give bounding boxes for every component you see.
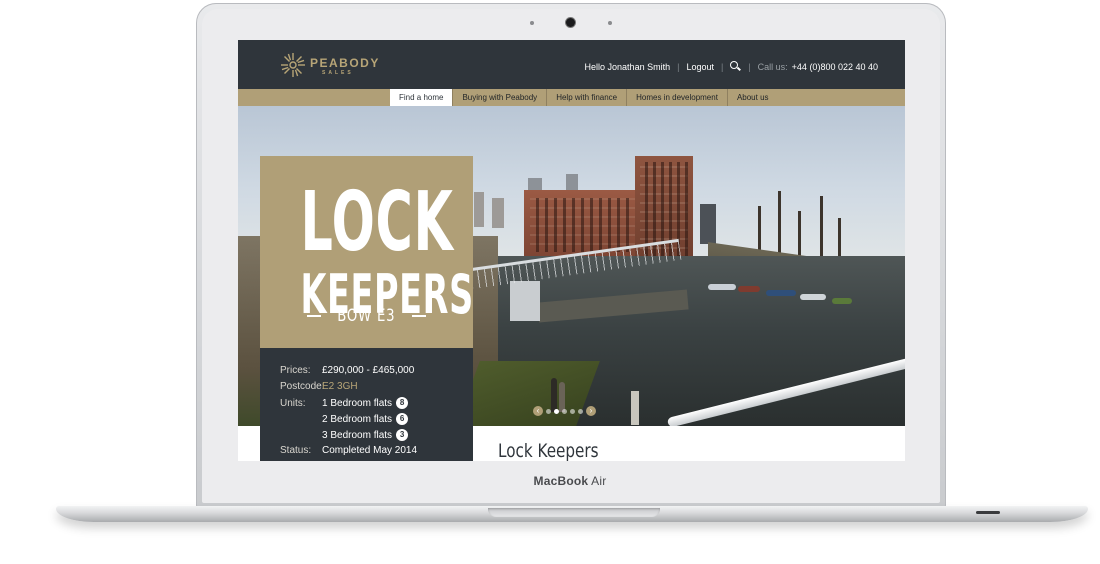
- sunburst-logo-icon: [281, 53, 305, 77]
- location-line: BOW E3: [260, 306, 473, 326]
- status-row: Status: Completed May 2014: [280, 445, 417, 456]
- units-row: 2 Bedroom flats 6: [280, 413, 409, 425]
- photo-signpost: [631, 391, 639, 425]
- status-value: Completed May 2014: [322, 445, 418, 456]
- utility-bar: Hello Jonathan Smith | Logout | | Call u…: [585, 61, 878, 72]
- unit-count-badge: 3: [396, 429, 409, 441]
- postcode-label: Postcode:: [280, 381, 325, 392]
- prices-value: £290,000 - £465,000: [322, 365, 415, 376]
- postcode-value: E2 3GH: [322, 381, 358, 392]
- prices-label: Prices:: [280, 365, 311, 376]
- carousel-prev-button[interactable]: ‹: [533, 406, 543, 416]
- browser-screen: PEABODY SALES Hello Jonathan Smith | Log…: [238, 40, 905, 461]
- unit-count-badge: 6: [396, 413, 409, 425]
- photo-grass: [456, 361, 600, 426]
- search-icon[interactable]: [730, 61, 741, 72]
- lid-notch: [488, 508, 660, 517]
- ambient-sensor: [530, 21, 534, 25]
- greeting: Hello Jonathan Smith: [584, 61, 671, 72]
- carousel-dot[interactable]: [546, 408, 551, 414]
- page-heading: Lock Keepers: [498, 440, 599, 461]
- carousel-controls: ‹ ›: [533, 406, 596, 416]
- photo-tower: [700, 204, 716, 244]
- nav-help-with-finance[interactable]: Help with finance: [546, 89, 626, 106]
- title-line-1: LOCK: [300, 175, 454, 270]
- unit-type: 2 Bedroom flats: [322, 413, 393, 425]
- camera-icon: [566, 18, 575, 27]
- photo-tower: [474, 192, 484, 227]
- nav-find-a-home[interactable]: Find a home: [390, 89, 453, 106]
- divider: |: [677, 61, 680, 72]
- units-row: 3 Bedroom flats 3: [280, 429, 409, 441]
- laptop-brand: MacBook Air: [533, 474, 607, 488]
- photo-boats: [708, 276, 858, 306]
- carousel-next-button[interactable]: ›: [586, 406, 596, 416]
- side-port: [976, 511, 1000, 514]
- carousel-dot[interactable]: [578, 408, 583, 414]
- unit-count-badge: 8: [396, 397, 409, 409]
- call-label: Call us:: [757, 61, 788, 72]
- unit-type: 3 Bedroom flats: [322, 429, 393, 441]
- divider: [411, 315, 426, 317]
- carousel-dot[interactable]: [562, 408, 567, 414]
- logout-link[interactable]: Logout: [686, 62, 714, 72]
- carousel-dot-active[interactable]: [554, 408, 559, 414]
- prices-row: Prices: £290,000 - £465,000: [280, 365, 414, 376]
- phone-number[interactable]: +44 (0)800 022 40 40: [792, 62, 878, 72]
- nav-buying-with-peabody[interactable]: Buying with Peabody: [452, 89, 546, 106]
- peabody-logo[interactable]: PEABODY SALES: [280, 52, 380, 80]
- divider: |: [748, 61, 751, 72]
- logo-name: PEABODY: [310, 56, 380, 70]
- main-nav: Find a home Buying with Peabody Help wit…: [238, 89, 905, 106]
- divider: |: [720, 61, 724, 72]
- postcode-row: Postcode: E2 3GH: [280, 381, 358, 392]
- divider: [307, 315, 322, 317]
- logo-subtitle: SALES: [322, 70, 354, 76]
- development-title-panel: LOCK KEEPERS BOW E3: [260, 156, 473, 348]
- development-details: Prices: £290,000 - £465,000 Postcode: E2…: [260, 348, 473, 461]
- carousel-dot[interactable]: [570, 408, 575, 414]
- units-row: Units: 1 Bedroom flats 8: [280, 397, 409, 409]
- photo-tower: [492, 198, 504, 228]
- unit-type: 1 Bedroom flats: [322, 397, 393, 409]
- nav-about-us[interactable]: About us: [726, 89, 778, 106]
- ambient-sensor: [608, 21, 612, 25]
- photo-bridge-pier: [510, 281, 540, 321]
- location: BOW E3: [337, 306, 396, 326]
- units-label: Units:: [280, 397, 306, 409]
- nav-homes-in-development[interactable]: Homes in development: [626, 89, 727, 106]
- site-header: PEABODY SALES Hello Jonathan Smith | Log…: [238, 40, 905, 89]
- status-label: Status:: [280, 445, 312, 456]
